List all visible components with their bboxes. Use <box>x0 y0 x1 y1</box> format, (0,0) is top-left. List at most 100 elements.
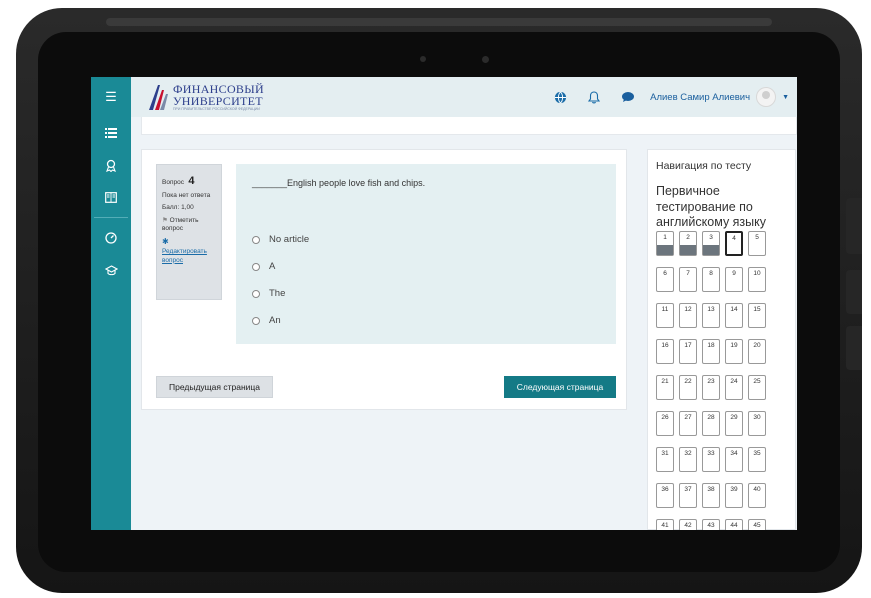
nav-question-20[interactable]: 20 <box>748 338 766 364</box>
answer-option[interactable]: An <box>252 307 600 334</box>
graduation-cap-icon[interactable] <box>91 254 131 286</box>
nav-question-13[interactable]: 13 <box>702 302 720 328</box>
flag-icon: ⚑ <box>162 216 168 224</box>
university-logo[interactable]: ФИНАНСОВЫЙ УНИВЕРСИТЕТ ПРИ ПРАВИТЕЛЬСТВЕ… <box>147 82 264 112</box>
nav-question-23[interactable]: 23 <box>702 374 720 400</box>
answer-options: No article A The An <box>252 226 600 334</box>
screen: ☰ ФИНАНСОВЫЙ УНИВЕРСИТЕТ ПРИ ПРАВИТЕЛЬСТ… <box>91 77 797 530</box>
nav-question-1[interactable]: 1 <box>656 230 674 256</box>
camera-icon <box>482 56 489 63</box>
nav-question-38[interactable]: 38 <box>702 482 720 508</box>
nav-question-25[interactable]: 25 <box>748 374 766 400</box>
nav-question-33[interactable]: 33 <box>702 446 720 472</box>
question-nav-grid: 1 2 3 4 5 6 7 8 9 10 11 12 13 14 15 16 17 18 19 20 21 22 23 24 2… <box>656 230 787 530</box>
logo-line3: ПРИ ПРАВИТЕЛЬСТВЕ РОССИЙСКОЙ ФЕДЕРАЦИИ <box>173 106 260 111</box>
nav-question-18[interactable]: 18 <box>702 338 720 364</box>
nav-question-4[interactable]: 4 <box>725 230 743 256</box>
avatar[interactable] <box>756 87 777 107</box>
chevron-down-icon[interactable]: ▼ <box>782 94 789 101</box>
logo-line1: ФИНАНСОВЫЙ <box>173 81 264 96</box>
gear-icon: ✱ <box>162 237 169 247</box>
bell-icon[interactable] <box>582 85 606 109</box>
nav-question-24[interactable]: 24 <box>725 374 743 400</box>
answer-option-label: No article <box>269 234 310 245</box>
nav-question-35[interactable]: 35 <box>748 446 766 472</box>
radio-button[interactable] <box>252 289 260 298</box>
nav-question-21[interactable]: 21 <box>656 374 674 400</box>
page-header-strip <box>141 117 797 135</box>
nav-question-11[interactable]: 11 <box>656 302 674 328</box>
question-info: Вопрос 4 Пока нет ответа Балл: 1,00 ⚑ От… <box>156 164 222 300</box>
nav-question-27[interactable]: 27 <box>679 410 697 436</box>
radio-button[interactable] <box>252 235 260 244</box>
answer-option-label: An <box>269 315 281 326</box>
edit-question-link[interactable]: Редактировать вопрос <box>162 248 216 265</box>
nav-question-37[interactable]: 37 <box>679 482 697 508</box>
nav-question-32[interactable]: 32 <box>679 446 697 472</box>
tablet-side-button <box>846 270 862 314</box>
nav-question-8[interactable]: 8 <box>702 266 720 292</box>
question-label: Вопрос <box>162 179 184 186</box>
logo-emblem-icon <box>149 85 168 110</box>
nav-question-41[interactable]: 41 <box>656 518 674 530</box>
question-body: _______English people love fish and chip… <box>236 164 616 344</box>
answer-option[interactable]: No article <box>252 226 600 253</box>
sidebar <box>91 117 131 530</box>
flag-question-link[interactable]: ⚑ Отметить вопрос <box>162 217 216 234</box>
nav-question-9[interactable]: 9 <box>725 266 743 292</box>
chat-icon[interactable] <box>616 85 640 109</box>
nav-question-19[interactable]: 19 <box>725 338 743 364</box>
nav-question-12[interactable]: 12 <box>679 302 697 328</box>
sidebar-divider <box>94 217 128 218</box>
answer-option[interactable]: A <box>252 253 600 280</box>
hamburger-icon[interactable]: ☰ <box>91 77 131 117</box>
nav-question-40[interactable]: 40 <box>748 482 766 508</box>
question-number: 4 <box>188 175 195 187</box>
radio-button[interactable] <box>252 262 260 271</box>
previous-page-button[interactable]: Предыдущая страница <box>156 376 273 398</box>
question-status: Пока нет ответа <box>162 192 211 199</box>
nav-question-39[interactable]: 39 <box>725 482 743 508</box>
nav-question-14[interactable]: 14 <box>725 302 743 328</box>
nav-question-2[interactable]: 2 <box>679 230 697 256</box>
dashboard-icon[interactable] <box>91 222 131 254</box>
nav-question-26[interactable]: 26 <box>656 410 674 436</box>
nav-question-44[interactable]: 44 <box>725 518 743 530</box>
top-navbar: ☰ ФИНАНСОВЫЙ УНИВЕРСИТЕТ ПРИ ПРАВИТЕЛЬСТ… <box>91 77 797 117</box>
nav-question-7[interactable]: 7 <box>679 266 697 292</box>
page-content: Вопрос 4 Пока нет ответа Балл: 1,00 ⚑ От… <box>131 117 797 530</box>
nav-question-16[interactable]: 16 <box>656 338 674 364</box>
tablet-side-button <box>846 326 862 370</box>
nav-question-6[interactable]: 6 <box>656 266 674 292</box>
nav-question-30[interactable]: 30 <box>748 410 766 436</box>
nav-question-28[interactable]: 28 <box>702 410 720 436</box>
nav-question-45[interactable]: 45 <box>748 518 766 530</box>
globe-icon[interactable] <box>548 85 572 109</box>
nav-question-5[interactable]: 5 <box>748 230 766 256</box>
answer-option-label: The <box>269 288 286 299</box>
nav-question-43[interactable]: 43 <box>702 518 720 530</box>
nav-question-36[interactable]: 36 <box>656 482 674 508</box>
list-icon[interactable] <box>91 117 131 149</box>
nav-question-3[interactable]: 3 <box>702 230 720 256</box>
nav-question-22[interactable]: 22 <box>679 374 697 400</box>
nav-question-10[interactable]: 10 <box>748 266 766 292</box>
quiz-navigation-title: Навигация по тесту <box>656 160 752 172</box>
radio-button[interactable] <box>252 316 260 325</box>
nav-question-15[interactable]: 15 <box>748 302 766 328</box>
next-page-button[interactable]: Следующая страница <box>504 376 616 398</box>
tablet-ridge <box>106 18 772 26</box>
certificate-icon[interactable] <box>91 149 131 181</box>
question-score: Балл: 1,00 <box>162 203 194 211</box>
nav-question-42[interactable]: 42 <box>679 518 697 530</box>
book-icon[interactable] <box>91 181 131 213</box>
answer-option[interactable]: The <box>252 280 600 307</box>
nav-question-34[interactable]: 34 <box>725 446 743 472</box>
quiz-name: Первичное тестирование по английскому яз… <box>656 184 767 230</box>
nav-question-17[interactable]: 17 <box>679 338 697 364</box>
user-name[interactable]: Алиев Самир Алиевич <box>650 92 750 103</box>
question-card: Вопрос 4 Пока нет ответа Балл: 1,00 ⚑ От… <box>141 149 627 410</box>
nav-question-29[interactable]: 29 <box>725 410 743 436</box>
tablet-side-button <box>846 198 862 254</box>
nav-question-31[interactable]: 31 <box>656 446 674 472</box>
